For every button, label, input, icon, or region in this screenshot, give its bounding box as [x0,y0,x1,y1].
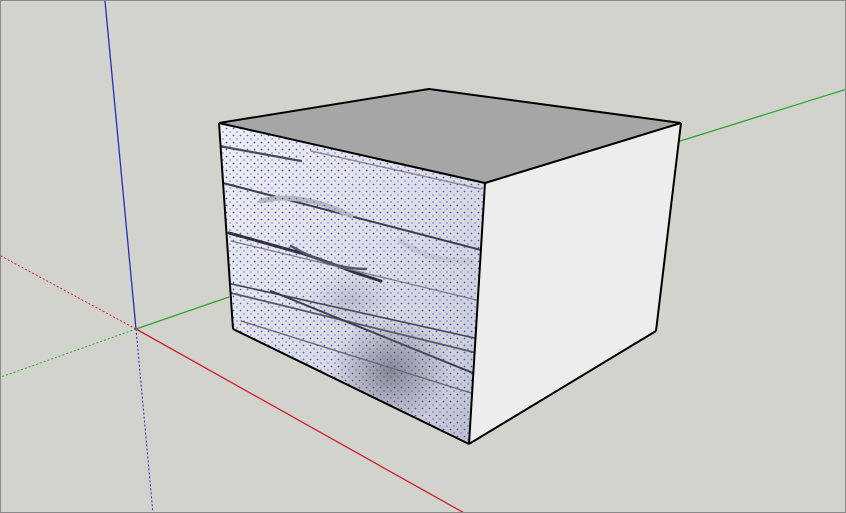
green-axis [135,296,230,330]
drawing-viewport[interactable] [0,0,846,513]
blue-axis-negative [135,328,154,512]
red-axis-negative [1,255,137,330]
blue-axis [104,1,137,330]
box-model[interactable] [218,88,682,445]
green-axis-negative [1,328,137,378]
3d-scene[interactable] [1,1,846,513]
green-axis-far [660,88,845,148]
